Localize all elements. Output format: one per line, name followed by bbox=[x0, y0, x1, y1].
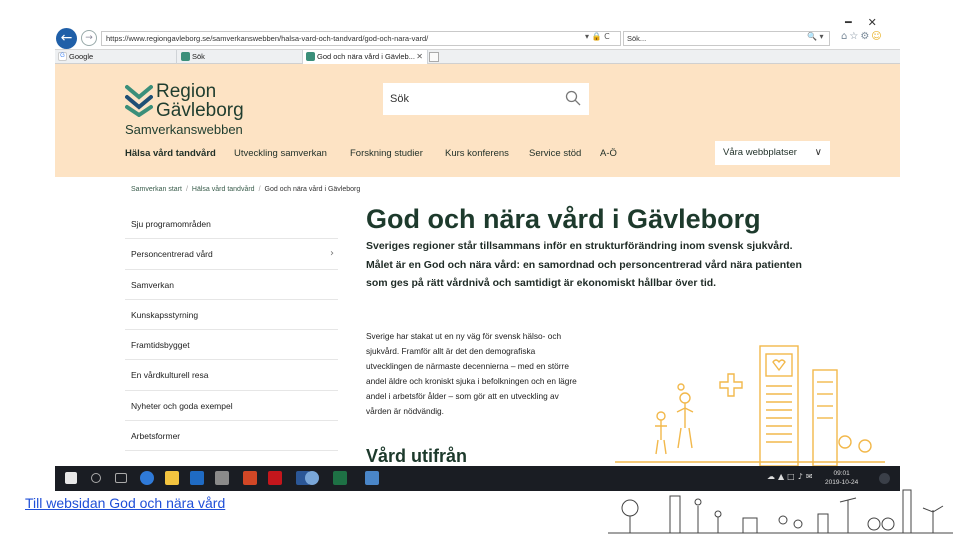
url-actions-icons[interactable]: ▾ 🔒 C bbox=[585, 32, 610, 41]
logo-subtitle: Samverkanswebben bbox=[125, 122, 243, 137]
chevron-down-icon: ∨ bbox=[814, 147, 822, 158]
powerpoint-icon[interactable] bbox=[243, 471, 257, 485]
menu-label: Nyheter och goda exempel bbox=[131, 400, 233, 411]
site-header: Region Gävleborg Samverkanswebben Sök Hä… bbox=[55, 64, 900, 177]
app-icon[interactable] bbox=[365, 471, 379, 485]
url-input[interactable]: https://www.regiongavleborg.se/samverkan… bbox=[101, 31, 621, 46]
new-tab-button[interactable] bbox=[429, 52, 439, 62]
back-button[interactable]: ← bbox=[56, 28, 77, 49]
file-explorer-icon[interactable] bbox=[165, 471, 179, 485]
browser-window: ← → https://www.regiongavleborg.se/samve… bbox=[55, 26, 900, 491]
breadcrumb-link[interactable]: Hälsa vård tandvård bbox=[192, 186, 255, 193]
tab-god-och-nara-vard[interactable]: God och nära vård i Gävleb... ✕ bbox=[303, 50, 428, 64]
menu-label: Samverkan bbox=[131, 279, 174, 290]
outlook-icon[interactable] bbox=[190, 471, 204, 485]
nav-kurs-konferens[interactable]: Kurs konferens bbox=[445, 148, 509, 159]
sidemenu-item-kunskapsstyrning[interactable]: Kunskapsstyrning bbox=[125, 300, 338, 331]
gear-icon[interactable]: ⚙ bbox=[860, 31, 871, 42]
section-heading: Vård utifrån bbox=[366, 446, 468, 466]
toolbar-icons[interactable]: ⌂☆⚙☺ bbox=[841, 31, 884, 42]
smiley-icon[interactable]: ☺ bbox=[871, 31, 883, 42]
arrow-left-icon: ← bbox=[60, 30, 73, 46]
sidemenu-item-sju-programomraden[interactable]: Sju programområden bbox=[125, 209, 338, 240]
search-icon[interactable] bbox=[565, 90, 581, 106]
website-link[interactable]: Till websidan God och nära vård bbox=[25, 495, 225, 511]
nav-forskning-studier[interactable]: Forskning studier bbox=[350, 148, 423, 159]
breadcrumb-current: God och nära vård i Gävleborg bbox=[264, 186, 361, 193]
search-placeholder: Sök bbox=[390, 93, 409, 105]
breadcrumb-link[interactable]: Samverkan start bbox=[131, 186, 182, 193]
google-icon: G bbox=[58, 52, 67, 61]
page-title: God och nära vård i Gävleborg bbox=[366, 204, 761, 234]
menu-label: Framtidsbygget bbox=[131, 340, 190, 351]
body-paragraph: Sverige har stakat ut en ny väg för sven… bbox=[366, 331, 577, 416]
region-logo-icon bbox=[306, 52, 315, 61]
search-icon[interactable]: 🔍 ▾ bbox=[807, 32, 824, 41]
slide: ━ ✕ ← → https://www.regiongavleborg.se/s… bbox=[0, 0, 960, 540]
notification-icon[interactable] bbox=[879, 473, 890, 484]
excel-icon[interactable] bbox=[333, 471, 347, 485]
close-tab-icon[interactable]: ✕ bbox=[416, 50, 423, 64]
nav-service-stod[interactable]: Service stöd bbox=[529, 148, 581, 159]
system-tray-icons[interactable]: ☁▲□♪✉ bbox=[767, 472, 816, 481]
logo-text-gavleborg[interactable]: Gävleborg bbox=[156, 100, 244, 122]
menu-label: Arbetsformer bbox=[131, 431, 181, 442]
side-menu: Sju programområden Personcentrerad vård ›… bbox=[125, 209, 338, 452]
arrow-right-icon: → bbox=[85, 33, 93, 43]
sidemenu-item-personcentrerad-vard[interactable]: Personcentrerad vård › bbox=[125, 239, 338, 270]
store-icon[interactable] bbox=[215, 471, 229, 485]
sidemenu-item-framtidsbygget[interactable]: Framtidsbygget bbox=[125, 330, 338, 361]
breadcrumb: Samverkan start / Hälsa vård tandvård / God … bbox=[131, 186, 361, 193]
nav-utveckling-samverkan[interactable]: Utveckling samverkan bbox=[234, 148, 327, 159]
nav-halsa-vard-tandvard[interactable]: Hälsa vård tandvård bbox=[125, 148, 216, 159]
tab-google[interactable]: G Google bbox=[55, 50, 177, 64]
taskbar-clock[interactable]: 09:01 2019-10-24 bbox=[825, 469, 858, 487]
browser-search-input[interactable]: Sök... bbox=[623, 31, 830, 46]
site-search-input[interactable]: Sök bbox=[383, 83, 589, 115]
menu-label: Kunskapsstyrning bbox=[131, 309, 199, 320]
clock-date: 2019-10-24 bbox=[825, 479, 859, 486]
region-gavleborg-logo-icon[interactable] bbox=[125, 83, 153, 117]
search-icon[interactable] bbox=[91, 473, 101, 483]
web-page: Region Gävleborg Samverkanswebben Sök Hä… bbox=[55, 64, 900, 466]
tab-label: Sök bbox=[192, 52, 205, 61]
chevron-right-icon: › bbox=[330, 248, 334, 260]
star-icon[interactable]: ☆ bbox=[849, 31, 860, 42]
menu-label: Sju programområden bbox=[131, 219, 211, 229]
paint-icon[interactable] bbox=[305, 471, 319, 485]
nav-a-o[interactable]: A-Ö bbox=[600, 148, 617, 159]
decorative-line-illustration bbox=[608, 489, 953, 534]
tab-sok[interactable]: Sök bbox=[178, 50, 303, 64]
tab-label: Google bbox=[69, 52, 94, 61]
menu-label: Personcentrerad vård bbox=[131, 249, 213, 260]
sidemenu-item-nyheter[interactable]: Nyheter och goda exempel bbox=[125, 391, 338, 422]
task-view-icon[interactable] bbox=[115, 473, 127, 483]
dropdown-label: Våra webbplatser bbox=[723, 147, 797, 158]
healthcare-illustration bbox=[615, 345, 885, 466]
lead-paragraph: Sveriges regioner står tillsammans inför… bbox=[366, 240, 802, 289]
sidemenu-item-samverkan[interactable]: Samverkan bbox=[125, 270, 338, 300]
tab-bar: G Google Sök God och nära vård i Gävleb.… bbox=[55, 50, 900, 64]
sidemenu-item-arbetsformer[interactable]: Arbetsformer bbox=[125, 421, 338, 452]
acrobat-icon[interactable] bbox=[268, 471, 282, 485]
menu-label: En vårdkulturell resa bbox=[131, 370, 209, 381]
region-logo-icon bbox=[181, 52, 190, 61]
windows-start-icon[interactable] bbox=[65, 472, 77, 484]
forward-button[interactable]: → bbox=[81, 30, 97, 46]
vara-webbplatser-dropdown[interactable]: Våra webbplatser ∨ bbox=[715, 141, 830, 165]
edge-icon[interactable] bbox=[140, 471, 154, 485]
clock-time: 09:01 bbox=[833, 470, 850, 477]
tab-label: God och nära vård i Gävleb... bbox=[317, 52, 415, 61]
address-bar: ← → https://www.regiongavleborg.se/samve… bbox=[55, 26, 900, 50]
sidemenu-item-vardkulturell-resa[interactable]: En vårdkulturell resa bbox=[125, 360, 338, 391]
